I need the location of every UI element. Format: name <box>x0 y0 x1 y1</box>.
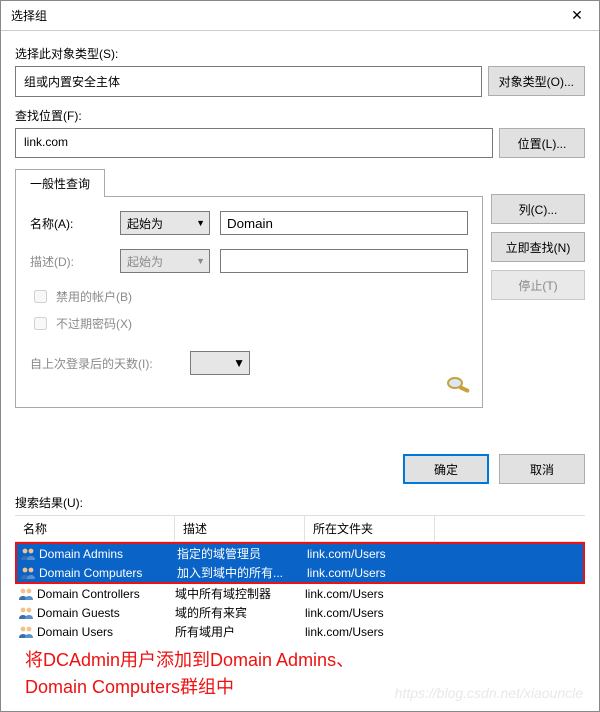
days-since-logon-combo: ▼ <box>190 351 250 375</box>
row-name: Domain Computers <box>39 566 142 580</box>
locations-button-label: 位置(L)... <box>518 135 567 152</box>
footer-buttons: 确定 取消 <box>15 448 585 494</box>
disabled-accounts-label: 禁用的帐户(B) <box>56 288 132 305</box>
row-folder: link.com/Users <box>305 625 435 639</box>
locations-button[interactable]: 位置(L)... <box>499 128 585 158</box>
listview-rows: Domain Admins指定的域管理员link.com/UsersDomain… <box>15 542 585 641</box>
find-now-button[interactable]: 立即查找(N) <box>491 232 585 262</box>
row-folder: link.com/Users <box>307 566 437 580</box>
annotation-text: 将DCAdmin用户添加到Domain Admins、 Domain Compu… <box>15 641 585 705</box>
description-match-combo: 起始为 ▼ <box>120 249 210 273</box>
ok-button-label: 确定 <box>434 461 458 478</box>
location-value: link.com <box>24 135 68 149</box>
column-header-folder[interactable]: 所在文件夹 <box>305 516 435 541</box>
close-icon: ✕ <box>571 7 583 24</box>
row-desc: 指定的域管理员 <box>177 545 307 562</box>
chevron-down-icon: ▼ <box>233 356 245 370</box>
location-label: 查找位置(F): <box>15 107 585 124</box>
column-header-name[interactable]: 名称 <box>15 516 175 541</box>
columns-button[interactable]: 列(C)... <box>491 194 585 224</box>
row-name: Domain Users <box>37 625 113 639</box>
row-folder: link.com/Users <box>305 587 435 601</box>
side-buttons: 列(C)... 立即查找(N) 停止(T) <box>491 168 585 408</box>
titlebar: 选择组 ✕ <box>1 1 599 31</box>
column-header-desc[interactable]: 描述 <box>175 516 305 541</box>
disabled-accounts-box <box>34 290 47 303</box>
row-name: Domain Admins <box>39 547 123 561</box>
listview-header[interactable]: 名称 描述 所在文件夹 <box>15 516 585 542</box>
close-button[interactable]: ✕ <box>555 1 599 31</box>
chevron-down-icon: ▼ <box>196 218 205 228</box>
description-match-value: 起始为 <box>127 253 163 270</box>
cancel-button-label: 取消 <box>530 461 554 478</box>
location-field[interactable]: link.com <box>15 128 493 158</box>
ok-button[interactable]: 确定 <box>403 454 489 484</box>
name-label: 名称(A): <box>30 215 110 232</box>
search-decor-icon <box>442 373 474 397</box>
content-area: 选择此对象类型(S): 组或内置安全主体 对象类型(O)... 查找位置(F):… <box>1 31 599 711</box>
name-match-combo[interactable]: 起始为 ▼ <box>120 211 210 235</box>
stop-button: 停止(T) <box>491 270 585 300</box>
object-types-button[interactable]: 对象类型(O)... <box>488 66 585 96</box>
table-row[interactable]: Domain Admins 指定的域管理员link.com/Users <box>17 544 583 563</box>
row-desc: 加入到域中的所有... <box>177 564 307 581</box>
columns-button-label: 列(C)... <box>519 201 558 218</box>
row-name: Domain Controllers <box>37 587 140 601</box>
group-icon <box>20 565 36 581</box>
description-input <box>220 249 468 273</box>
table-row[interactable]: Domain Guests 域的所有来宾link.com/Users <box>15 603 585 622</box>
chevron-down-icon: ▼ <box>196 256 205 266</box>
nonexpiring-password-box <box>34 317 47 330</box>
stop-button-label: 停止(T) <box>518 277 557 294</box>
annotation-line-1: 将DCAdmin用户添加到Domain Admins、 <box>25 650 354 670</box>
results-listview[interactable]: 名称 描述 所在文件夹 Domain Admins指定的域管理员link.com… <box>15 515 585 641</box>
nonexpiring-password-checkbox: 不过期密码(X) <box>30 314 468 333</box>
row-name: Domain Guests <box>37 606 120 620</box>
row-desc: 所有域用户 <box>175 623 305 640</box>
tab-common-queries[interactable]: 一般性查询 <box>15 169 105 197</box>
name-match-value: 起始为 <box>127 215 163 232</box>
table-row[interactable]: Domain Controllers 域中所有域控制器link.com/Users <box>15 584 585 603</box>
disabled-accounts-checkbox: 禁用的帐户(B) <box>30 287 468 306</box>
query-tabstrip: 一般性查询 名称(A): 起始为 ▼ 描述(D): <box>15 168 585 408</box>
nonexpiring-password-label: 不过期密码(X) <box>56 315 132 332</box>
name-input[interactable] <box>220 211 468 235</box>
group-icon <box>20 546 36 562</box>
row-desc: 域中所有域控制器 <box>175 585 305 602</box>
object-type-field[interactable]: 组或内置安全主体 <box>15 66 482 97</box>
query-panel: 名称(A): 起始为 ▼ 描述(D): 起始为 ▼ <box>15 196 483 408</box>
description-label: 描述(D): <box>30 253 110 270</box>
group-icon <box>18 586 34 602</box>
row-desc: 域的所有来宾 <box>175 604 305 621</box>
annotation-line-2: Domain Computers群组中 <box>25 677 234 697</box>
object-types-button-label: 对象类型(O)... <box>499 73 574 90</box>
cancel-button[interactable]: 取消 <box>499 454 585 484</box>
table-row[interactable]: Domain Computers 加入到域中的所有...link.com/User… <box>17 563 583 582</box>
object-type-label: 选择此对象类型(S): <box>15 45 585 62</box>
dialog-select-group: 选择组 ✕ 选择此对象类型(S): 组或内置安全主体 对象类型(O)... 查找… <box>0 0 600 712</box>
find-now-button-label: 立即查找(N) <box>506 239 571 256</box>
tab-label: 一般性查询 <box>30 177 90 191</box>
object-type-value: 组或内置安全主体 <box>24 75 120 89</box>
row-folder: link.com/Users <box>307 547 437 561</box>
results-label: 搜索结果(U): <box>15 494 585 511</box>
window-title: 选择组 <box>11 7 47 24</box>
group-icon <box>18 624 34 640</box>
table-row[interactable]: Domain Users 所有域用户link.com/Users <box>15 622 585 641</box>
group-icon <box>18 605 34 621</box>
days-since-logon-label: 自上次登录后的天数(I): <box>30 355 180 372</box>
row-folder: link.com/Users <box>305 606 435 620</box>
